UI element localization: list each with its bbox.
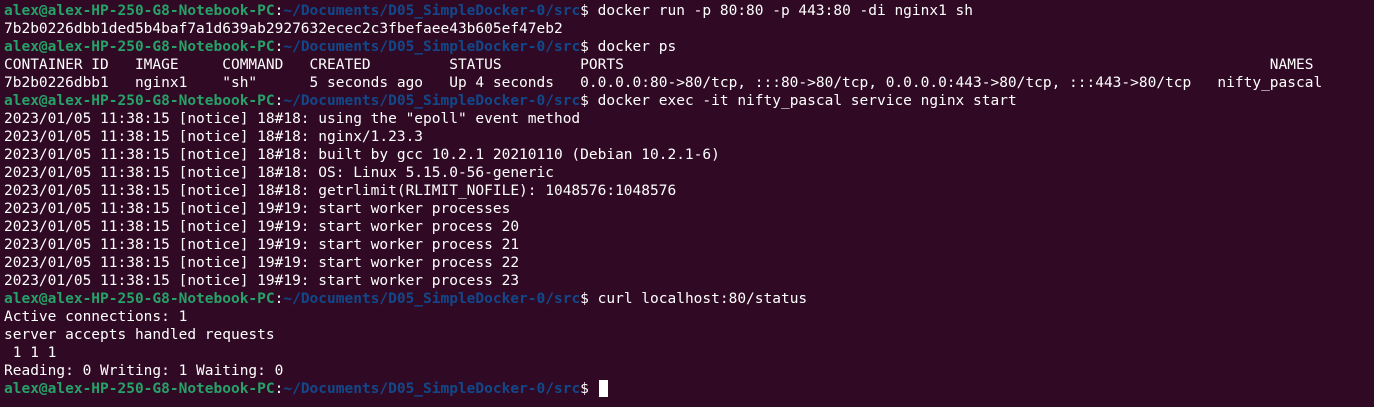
output-line: 1 1 1 bbox=[4, 345, 57, 361]
output-line: server accepts handled requests bbox=[4, 327, 275, 343]
command-text: docker ps bbox=[597, 39, 677, 55]
output-line: 2023/01/05 11:38:15 [notice] 19#19: star… bbox=[4, 219, 520, 235]
output-line: 7b2b0226dbb1ded5b4baf7a1d639ab2927632ece… bbox=[4, 21, 563, 37]
prompt-path: ~/Documents/D05_SimpleDocker-0/src bbox=[283, 381, 581, 397]
output-line: Active connections: 1 bbox=[4, 309, 188, 325]
output-line: 2023/01/05 11:38:15 [notice] 19#19: star… bbox=[4, 237, 520, 253]
terminal-window[interactable]: alex@alex-HP-250-G8-Notebook-PC:~/Docume… bbox=[0, 0, 1374, 407]
output-line: 2023/01/05 11:38:15 [notice] 19#19: star… bbox=[4, 273, 520, 289]
prompt-line: alex@alex-HP-250-G8-Notebook-PC:~/Docume… bbox=[4, 92, 1374, 110]
text-cursor bbox=[598, 380, 608, 397]
output-line: 2023/01/05 11:38:15 [notice] 18#18: getr… bbox=[4, 183, 677, 199]
output-line: 2023/01/05 11:38:15 [notice] 18#18: ngin… bbox=[4, 129, 424, 145]
prompt-user: alex@alex-HP-250-G8-Notebook-PC bbox=[4, 39, 275, 55]
prompt-path: ~/Documents/D05_SimpleDocker-0/src bbox=[283, 291, 581, 307]
prompt-line: alex@alex-HP-250-G8-Notebook-PC:~/Docume… bbox=[4, 290, 1374, 308]
prompt-user: alex@alex-HP-250-G8-Notebook-PC bbox=[4, 3, 275, 19]
output-line: 2023/01/05 11:38:15 [notice] 19#19: star… bbox=[4, 255, 520, 271]
command-text: curl localhost:80/status bbox=[597, 291, 808, 307]
prompt-line: alex@alex-HP-250-G8-Notebook-PC:~/Docume… bbox=[4, 2, 1374, 20]
output-line: CONTAINER ID IMAGE COMMAND CREATED STATU… bbox=[4, 57, 1314, 73]
prompt-sign: $ bbox=[580, 381, 598, 397]
prompt-user: alex@alex-HP-250-G8-Notebook-PC bbox=[4, 381, 275, 397]
output-line: 2023/01/05 11:38:15 [notice] 18#18: usin… bbox=[4, 111, 581, 127]
prompt-path: ~/Documents/D05_SimpleDocker-0/src bbox=[283, 93, 581, 109]
prompt-line: alex@alex-HP-250-G8-Notebook-PC:~/Docume… bbox=[4, 380, 1374, 398]
output-line: 2023/01/05 11:38:15 [notice] 18#18: OS: … bbox=[4, 165, 554, 181]
prompt-sign: $ bbox=[580, 291, 598, 307]
command-text: docker exec -it nifty_pascal service ngi… bbox=[597, 93, 1017, 109]
prompt-sign: $ bbox=[580, 93, 598, 109]
output-line: 2023/01/05 11:38:15 [notice] 19#19: star… bbox=[4, 201, 511, 217]
output-line: 7b2b0226dbb1 nginx1 "sh" 5 seconds ago U… bbox=[4, 75, 1323, 91]
prompt-sign: $ bbox=[580, 39, 598, 55]
prompt-sign: $ bbox=[580, 3, 598, 19]
output-line: 2023/01/05 11:38:15 [notice] 18#18: buil… bbox=[4, 147, 720, 163]
prompt-path: ~/Documents/D05_SimpleDocker-0/src bbox=[283, 39, 581, 55]
prompt-user: alex@alex-HP-250-G8-Notebook-PC bbox=[4, 291, 275, 307]
command-text: docker run -p 80:80 -p 443:80 -di nginx1… bbox=[597, 3, 974, 19]
prompt-user: alex@alex-HP-250-G8-Notebook-PC bbox=[4, 93, 275, 109]
prompt-path: ~/Documents/D05_SimpleDocker-0/src bbox=[283, 3, 581, 19]
prompt-line: alex@alex-HP-250-G8-Notebook-PC:~/Docume… bbox=[4, 38, 1374, 56]
output-line: Reading: 0 Writing: 1 Waiting: 0 bbox=[4, 363, 284, 379]
